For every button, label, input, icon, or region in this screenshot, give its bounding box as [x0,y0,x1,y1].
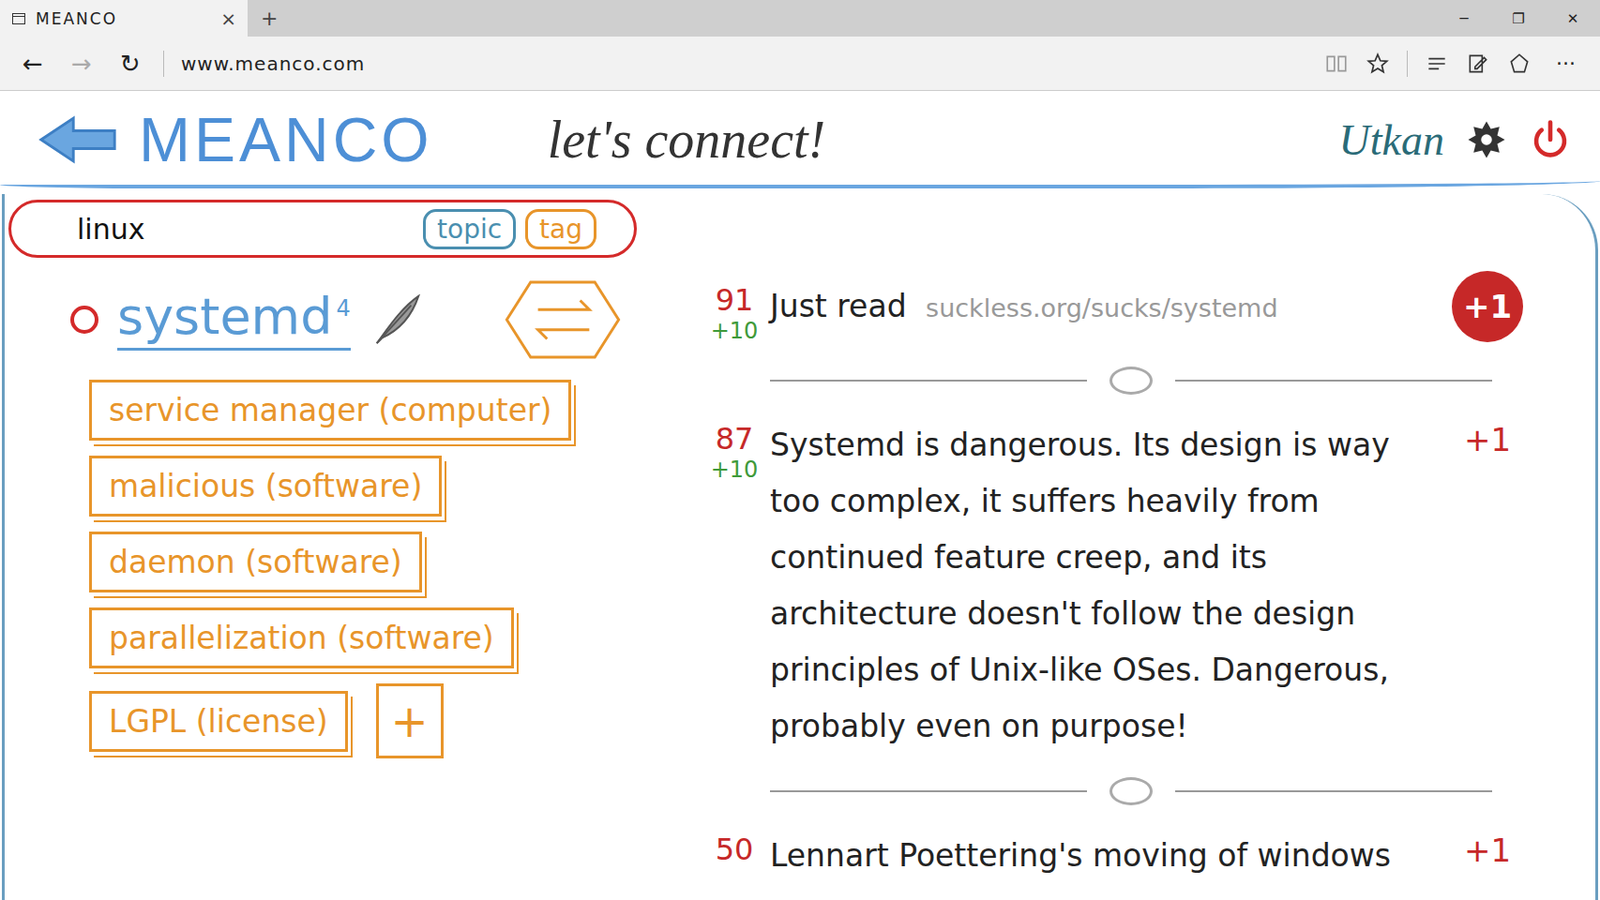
topic-status-icon[interactable] [70,305,99,334]
topic-name: systemd4 [117,288,351,351]
swap-icon[interactable] [501,278,624,362]
post-list: 91+10Just read suckless.org/sucks/system… [661,194,1596,900]
content: linux topictag systemd4 service manager (co… [1,194,1599,900]
post-text: Lennart Poettering's moving of windows [769,828,1446,885]
more-button[interactable]: ··· [1548,51,1584,76]
post-score: 91+10 [698,278,770,345]
window-control[interactable]: ❐ [1491,0,1546,37]
page-icon [11,11,27,27]
post: 50 Lennart Poettering's moving of windows… [698,828,1530,885]
tag-row: parallelization (software) [89,607,662,669]
star-icon[interactable] [1365,51,1390,76]
url-field[interactable]: www.meanco.com [181,52,365,76]
search-mode-button[interactable]: topic [422,209,516,250]
back-arrow-icon[interactable] [37,112,119,167]
post-divider [698,754,1530,829]
tag[interactable]: parallelization (software) [89,607,514,669]
post: 87+10Systemd is dangerous. Its design is… [698,417,1530,755]
plus-one-button[interactable]: +1 [1464,828,1511,870]
slogan: let's connect! [547,109,827,170]
power-icon[interactable] [1528,118,1572,162]
search-input[interactable]: linux [76,212,145,246]
divider-knob-icon[interactable] [1109,366,1153,395]
post-divider [698,344,1530,418]
logo[interactable]: MEANCO [138,104,434,176]
browser-window: MEANCO × + ─❐✕ ← → ↻ www.meanco.com ··· MEANCO let… [0,0,1600,900]
tag[interactable]: LGPL (license) [89,691,348,753]
tab-close-button[interactable]: × [220,7,237,31]
search-mode-button[interactable]: tag [525,209,597,250]
window-control[interactable]: ─ [1436,0,1492,37]
search-bar: linux topictag [8,199,637,258]
address-bar: ← → ↻ www.meanco.com ··· [0,36,1600,91]
tag-row: daemon (software) [89,531,662,593]
post-score: 50 [698,828,770,868]
new-tab-button[interactable]: + [247,0,291,37]
post-text: Systemd is dangerous. Its design is way … [769,417,1446,755]
score-bonus: +10 [710,317,759,345]
topic-count: 4 [336,295,351,322]
post-text: Just read suckless.org/sucks/systemd [769,278,1446,337]
browser-tab[interactable]: MEANCO × [0,0,248,37]
site-header: MEANCO let's connect! Utkan [0,90,1600,189]
post-score: 87+10 [698,417,770,484]
note-icon[interactable] [1465,51,1491,76]
window-control[interactable]: ✕ [1545,0,1600,37]
forward-button[interactable]: → [65,49,98,78]
tag[interactable]: service manager (computer) [89,379,572,441]
add-tag-button[interactable]: + [376,683,444,759]
score: 87 [715,421,755,457]
tag-row: service manager (computer) [89,379,662,441]
score-bonus: +10 [710,456,759,484]
tab-bar: MEANCO × + ─❐✕ [0,0,1600,37]
plus-one-button[interactable]: +1 [1464,417,1511,459]
plus-one-button[interactable]: +1 [1451,271,1524,343]
back-button[interactable]: ← [16,49,49,78]
tag[interactable]: malicious (software) [89,455,442,517]
gear-icon[interactable] [1464,118,1509,162]
tag-row: malicious (software) [89,455,662,517]
post: 91+10Just read suckless.org/sucks/system… [698,278,1530,345]
user-name[interactable]: Utkan [1339,115,1445,166]
share-icon[interactable] [1507,51,1532,76]
topic-header: systemd4 [8,257,662,371]
score: 91 [715,282,755,318]
tag-list: service manager (computer) malicious (sof… [8,370,662,759]
tag[interactable]: daemon (software) [89,531,423,593]
reading-view-icon[interactable] [1324,51,1349,76]
divider-knob-icon[interactable] [1109,777,1153,806]
score: 50 [715,831,755,868]
tab-title: MEANCO [35,9,212,29]
page: MEANCO let's connect! Utkan linux topictag sy… [0,90,1600,900]
post-link[interactable]: suckless.org/sucks/systemd [925,293,1278,323]
refresh-button[interactable]: ↻ [114,49,147,78]
feather-icon[interactable] [369,292,424,348]
hub-icon[interactable] [1424,51,1450,76]
topic-panel: linux topictag systemd4 service manager (co… [4,194,662,900]
tag-row: LGPL (license) + [89,683,662,759]
